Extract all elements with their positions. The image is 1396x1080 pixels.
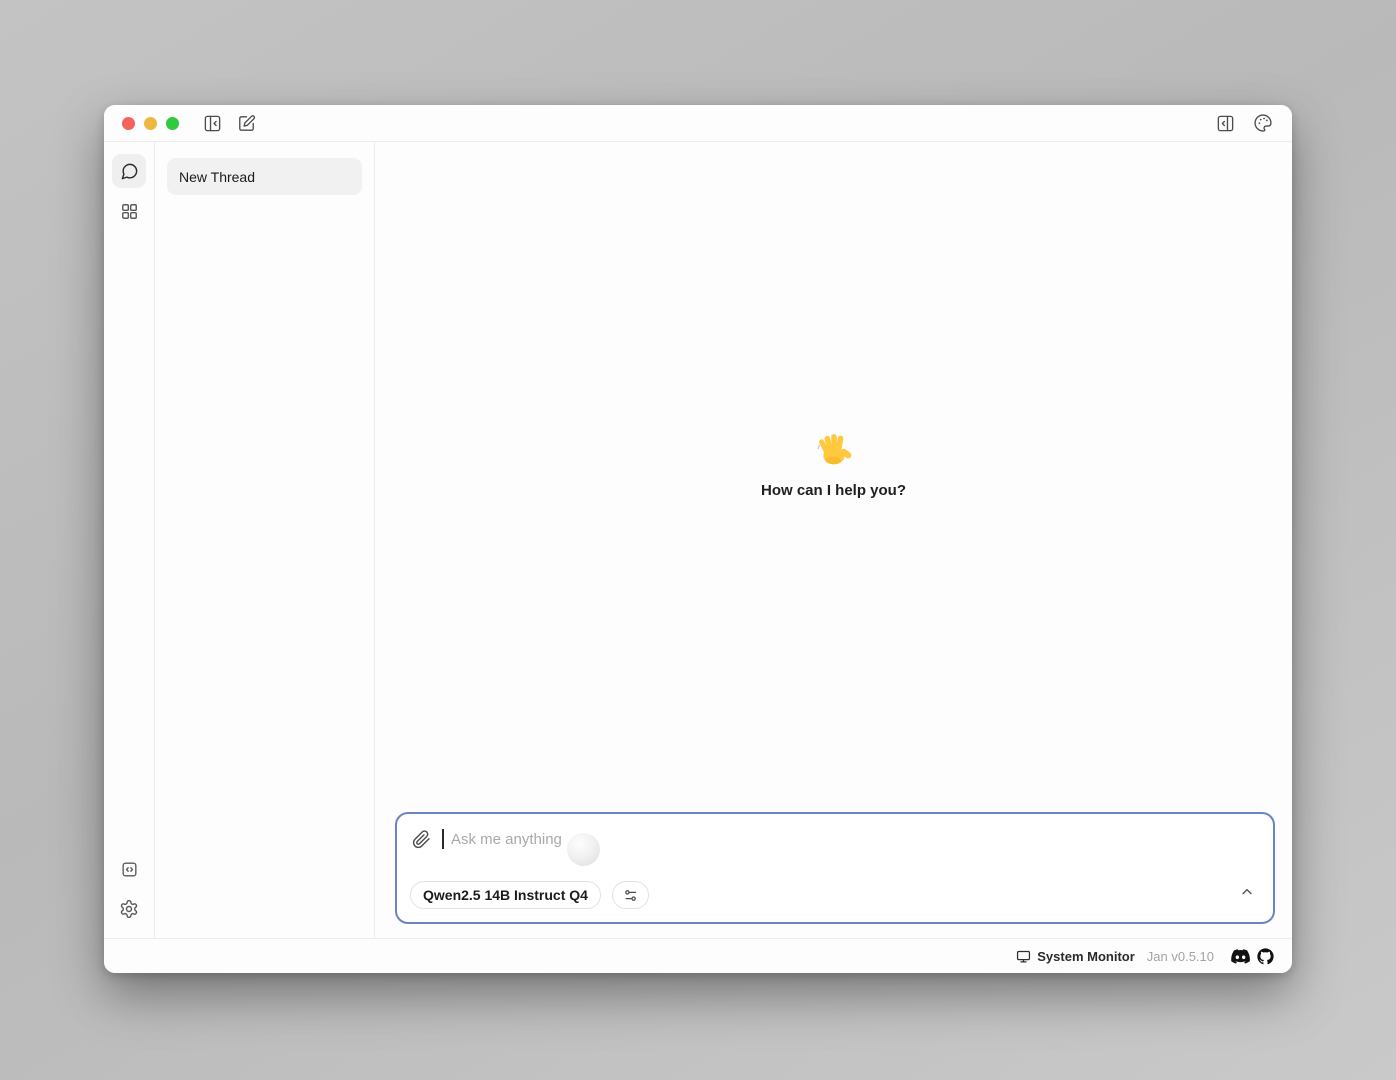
message-input[interactable] [450,831,1259,848]
empty-state-greeting: How can I help you? [375,430,1292,499]
nav-hub-button[interactable] [112,194,146,228]
discord-link-button[interactable] [1231,949,1250,964]
theme-button[interactable] [1250,110,1276,136]
close-button[interactable] [122,117,135,130]
thread-title: New Thread [179,169,255,185]
palette-icon [1253,113,1273,133]
titlebar [104,105,1292,142]
titlebar-left-actions [199,110,259,136]
titlebar-right-actions [1212,110,1276,136]
composer-controls-row: Qwen2.5 14B Instruct Q4 [410,881,649,909]
settings-button[interactable] [112,892,146,926]
settings-gear-icon [119,899,139,919]
local-api-server-button[interactable] [112,852,146,886]
model-selector-label: Qwen2.5 14B Instruct Q4 [423,887,588,903]
system-monitor-label: System Monitor [1037,949,1135,964]
left-icon-rail [104,142,155,938]
toggle-right-panel-button[interactable] [1212,110,1238,136]
statusbar: System Monitor Jan v0.5.10 [104,938,1292,973]
content-row: New Thread [104,142,1292,938]
panel-left-close-icon [203,114,222,133]
composer: Qwen2.5 14B Instruct Q4 [395,812,1275,924]
toggle-left-panel-button[interactable] [199,110,225,136]
github-link-button[interactable] [1257,948,1274,965]
main-chat-area: How can I help you? [375,142,1292,938]
discord-icon [1231,949,1250,964]
minimize-button[interactable] [144,117,157,130]
apps-grid-icon [120,202,139,221]
compose-icon [237,114,256,133]
monitor-icon [1016,949,1031,964]
paperclip-icon [412,830,431,849]
text-caret [442,829,444,849]
new-thread-button[interactable] [233,110,259,136]
threads-panel: New Thread [155,142,375,938]
local-api-server-icon [120,860,139,879]
model-settings-sliders-icon [623,888,638,903]
zoom-button[interactable] [166,117,179,130]
app-window: New Thread [104,105,1292,973]
chat-icon [120,162,139,181]
traffic-lights [122,117,179,130]
greeting-text: How can I help you? [761,482,906,499]
github-icon [1257,948,1274,965]
panel-right-open-icon [1216,114,1235,133]
model-selector-button[interactable]: Qwen2.5 14B Instruct Q4 [410,881,601,909]
system-monitor-button[interactable]: System Monitor [1016,949,1135,964]
app-version-label: Jan v0.5.10 [1147,949,1214,964]
desktop-background: { "titlebar": { "traffic_lights": { "clo… [0,0,1396,1080]
composer-input-row [397,814,1273,851]
nav-threads-button[interactable] [112,154,146,188]
collapse-composer-button[interactable] [1237,882,1257,902]
chevron-up-icon [1239,884,1255,900]
waving-hand-emoji [814,430,854,470]
thread-list-item[interactable]: New Thread [167,158,362,195]
model-settings-button[interactable] [612,881,649,909]
attach-file-button[interactable] [409,827,433,851]
